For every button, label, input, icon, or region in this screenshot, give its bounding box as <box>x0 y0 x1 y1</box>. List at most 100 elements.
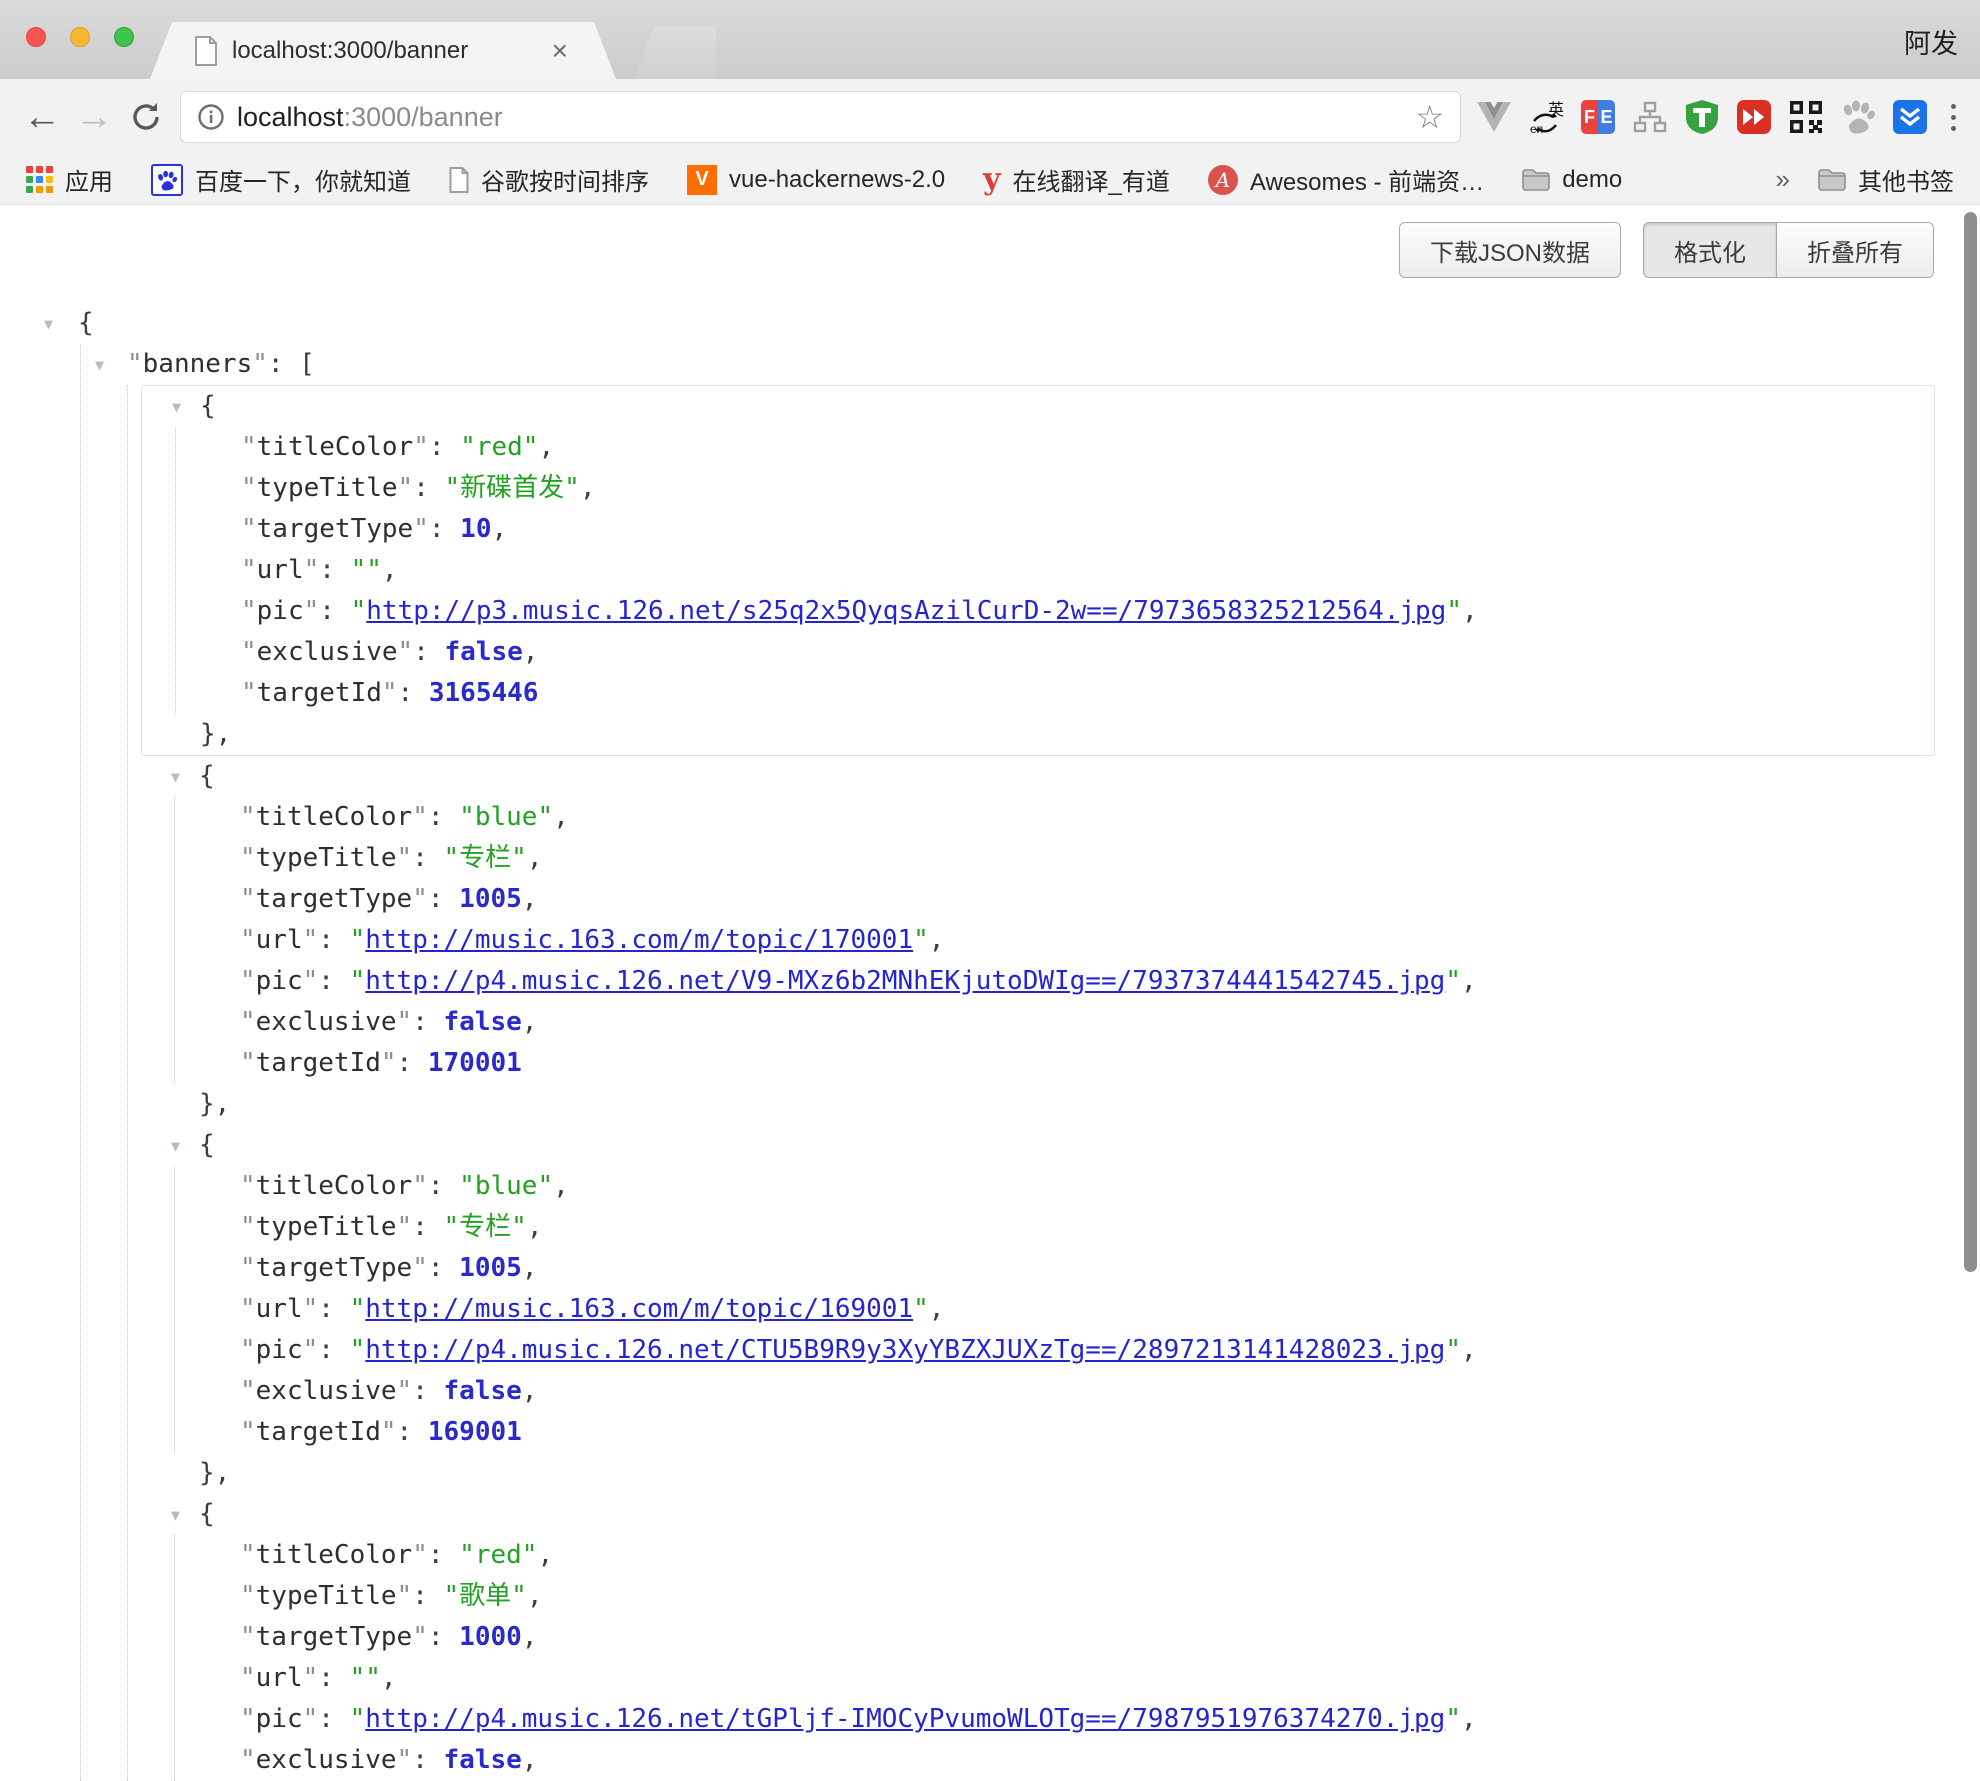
collapse-toggle-icon[interactable]: ▼ <box>44 304 53 345</box>
profile-name[interactable]: 阿发 <box>1904 22 1958 61</box>
json-root-line: ▼{ <box>0 303 1980 344</box>
json-string-value: "" <box>351 555 382 585</box>
json-link-value[interactable]: http://p4.music.126.net/V9-MXz6b2MNhEKju… <box>365 966 1445 996</box>
json-quote: " <box>412 884 428 914</box>
json-comma: , <box>1461 966 1477 996</box>
json-quote: " <box>240 1376 256 1406</box>
other-bookmarks-folder[interactable]: 其他书签 <box>1818 162 1954 197</box>
json-field-line: "pic": "http://p4.music.126.net/CTU5B9R9… <box>175 1330 1980 1371</box>
json-colon: : <box>318 1335 349 1365</box>
browser-toolbar: ← → localhost:3000/banner ☆ 英 en FE <box>0 79 1980 155</box>
close-window-button[interactable] <box>26 27 46 47</box>
window-controls <box>26 27 134 47</box>
xunlei-extension-icon[interactable] <box>1891 98 1929 136</box>
json-link-value[interactable]: http://music.163.com/m/topic/169001 <box>365 1294 913 1324</box>
tampermonkey-shield-icon[interactable] <box>1683 98 1721 136</box>
json-quote: " <box>1445 1704 1461 1734</box>
json-comma: , <box>527 1212 543 1242</box>
paw-extension-icon[interactable] <box>1839 98 1877 136</box>
json-actions: 下载JSON数据 格式化 折叠所有 <box>1399 222 1934 278</box>
json-comma: , <box>522 1376 538 1406</box>
collapse-toggle-icon[interactable]: ▼ <box>171 757 180 798</box>
collapse-toggle-icon[interactable]: ▼ <box>171 1495 180 1536</box>
sitemap-extension-icon[interactable] <box>1631 98 1669 136</box>
collapse-toggle-icon[interactable]: ▼ <box>171 1126 180 1167</box>
json-link-value[interactable]: http://p3.music.126.net/s25q2x5QyqsAzilC… <box>366 596 1446 626</box>
bookmark-folder-demo[interactable]: demo <box>1522 166 1622 194</box>
address-bar[interactable]: localhost:3000/banner ☆ <box>180 91 1461 143</box>
forward-button[interactable]: → <box>68 91 120 143</box>
json-quote: " <box>240 802 256 832</box>
tab-close-icon[interactable]: × <box>548 37 572 65</box>
json-link-value[interactable]: http://music.163.com/m/topic/170001 <box>365 925 913 955</box>
download-json-button[interactable]: 下载JSON数据 <box>1399 222 1621 278</box>
json-link-value[interactable]: http://p4.music.126.net/tGPljf-IMOCyPvum… <box>365 1704 1445 1734</box>
json-array-item: ▼{"titleColor": "blue","typeTitle": "专栏"… <box>141 1125 1980 1494</box>
json-object-close-line: }, <box>141 1453 1980 1494</box>
zoom-window-button[interactable] <box>114 27 134 47</box>
bookmark-star-icon[interactable]: ☆ <box>1415 98 1444 136</box>
json-comma: , <box>537 1540 553 1570</box>
json-key: targetId <box>256 1048 381 1078</box>
json-quote: " <box>240 1417 256 1447</box>
double-chevron-glyph <box>1893 100 1927 134</box>
json-number-value: 169001 <box>428 1417 522 1447</box>
json-quote: " <box>397 1212 413 1242</box>
fe-helper-icon[interactable]: FE <box>1579 98 1617 136</box>
json-quote: " <box>350 966 366 996</box>
page-info-icon[interactable] <box>197 103 225 131</box>
json-key: banners <box>143 349 253 379</box>
json-quote: " <box>303 966 319 996</box>
json-string-value: "歌单" <box>444 1581 527 1611</box>
json-key: targetId <box>257 678 382 708</box>
minimize-window-button[interactable] <box>70 27 90 47</box>
json-quote: " <box>1445 1335 1461 1365</box>
browser-tab[interactable]: localhost:3000/banner × <box>150 22 616 79</box>
vue-devtools-icon[interactable] <box>1475 98 1513 136</box>
reload-button[interactable] <box>120 91 172 143</box>
json-comma: , <box>580 473 596 503</box>
bookmark-google-sort[interactable]: 谷歌按时间排序 <box>449 162 649 197</box>
json-key: typeTitle <box>256 1581 397 1611</box>
bookmarks-overflow-chevron[interactable]: » <box>1776 164 1790 195</box>
translate-extension-icon[interactable]: 英 en <box>1527 98 1565 136</box>
collapse-all-button[interactable]: 折叠所有 <box>1776 222 1934 278</box>
collapse-toggle-icon[interactable]: ▼ <box>172 387 181 428</box>
json-colon: : <box>318 966 349 996</box>
json-key: targetId <box>256 1417 381 1447</box>
json-quote: " <box>381 1417 397 1447</box>
vertical-scrollbar-thumb[interactable] <box>1964 212 1977 1272</box>
bookmark-youdao-translate[interactable]: y 在线翻译_有道 <box>983 162 1170 197</box>
bookmark-awesomes[interactable]: A Awesomes - 前端资… <box>1208 162 1484 197</box>
json-colon: : <box>319 555 350 585</box>
json-comma: , <box>553 1171 569 1201</box>
json-field-line: "typeTitle": "新碟首发", <box>176 468 1934 509</box>
fast-forward-extension-icon[interactable] <box>1735 98 1773 136</box>
youdao-favicon: y <box>983 162 1000 197</box>
folder-icon <box>1522 169 1550 191</box>
json-quote: " <box>397 1376 413 1406</box>
qr-code-extension-icon[interactable] <box>1787 98 1825 136</box>
json-link-value[interactable]: http://p4.music.126.net/CTU5B9R9y3XyYBZX… <box>365 1335 1445 1365</box>
url-text[interactable]: localhost:3000/banner <box>237 102 1415 133</box>
bookmark-vue-hackernews[interactable]: V vue-hackernews-2.0 <box>687 165 945 195</box>
collapse-toggle-icon[interactable]: ▼ <box>95 345 104 386</box>
json-comma: , <box>929 1294 945 1324</box>
json-colon: : <box>412 1745 443 1775</box>
json-quote: " <box>412 1253 428 1283</box>
json-number-value: 1005 <box>459 884 522 914</box>
format-button[interactable]: 格式化 <box>1643 222 1777 278</box>
json-object-close-line: }, <box>141 1084 1980 1125</box>
json-bool-value: false <box>444 1376 522 1406</box>
json-key: url <box>257 555 304 585</box>
browser-menu-icon[interactable] <box>1943 104 1964 131</box>
json-quote: " <box>412 1540 428 1570</box>
json-tree: ▼{ ▼"banners": [ ▼{"titleColor": "red","… <box>0 303 1980 1781</box>
bookmark-baidu[interactable]: 百度一下，你就知道 <box>151 162 411 197</box>
json-array-items: ▼{"titleColor": "red","typeTitle": "新碟首发… <box>127 385 1980 1781</box>
back-button[interactable]: ← <box>16 91 68 143</box>
json-comma: , <box>522 884 538 914</box>
new-tab-button[interactable] <box>634 26 716 79</box>
json-key: exclusive <box>256 1745 397 1775</box>
bookmark-apps[interactable]: 应用 <box>26 162 113 197</box>
